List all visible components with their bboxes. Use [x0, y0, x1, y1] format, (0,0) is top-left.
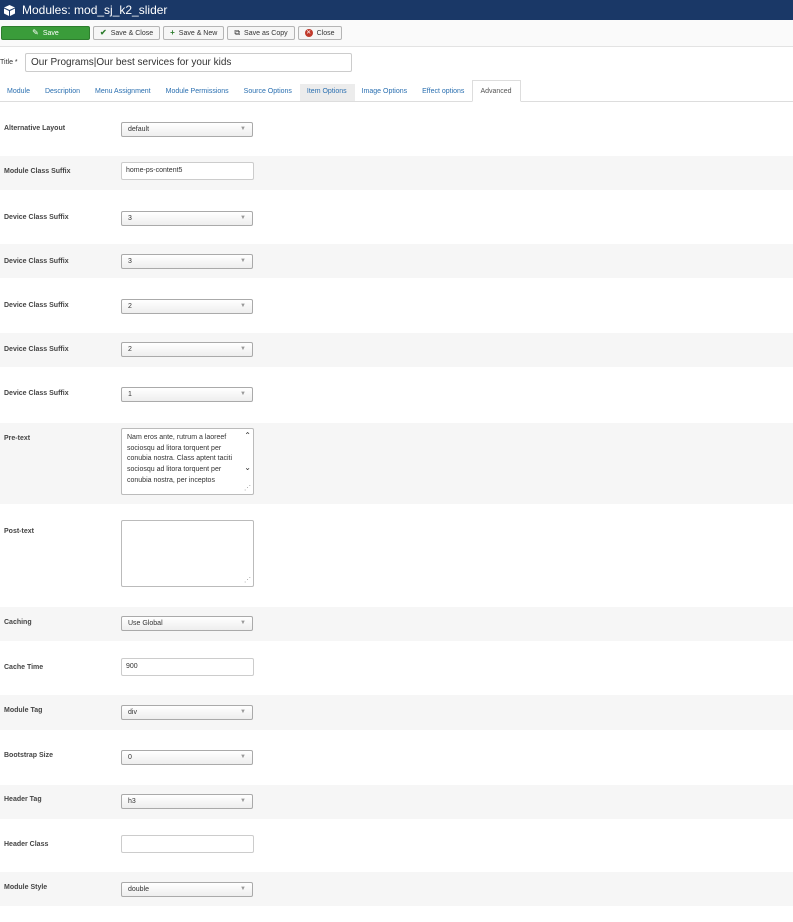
close-button[interactable]: ✕ Close [297, 26, 342, 40]
scroll-down-icon[interactable]: ⌄ [244, 464, 251, 472]
pre-text-textarea[interactable]: Nam eros ante, rutrum a laoreef sociosqu… [121, 428, 254, 495]
toolbar: ✎ Save ✔ Save & Close + Save & New ⧉ Sav… [0, 20, 793, 47]
row-pre-text: Pre-text Nam eros ante, rutrum a laoreef… [0, 423, 793, 504]
row-device-class-suffix-1: Device Class Suffix 3 ▼ [0, 190, 793, 244]
chevron-down-icon: ▼ [240, 620, 246, 626]
tab-description[interactable]: Description [38, 84, 88, 101]
field-label: Post-text [4, 528, 34, 535]
edit-icon: ✎ [32, 28, 39, 37]
title-bar: Modules: mod_sj_k2_slider [0, 0, 793, 20]
device-class-suffix-select[interactable]: 2 ▼ [121, 299, 253, 314]
tab-bar: Module Description Menu Assignment Modul… [0, 77, 793, 102]
chevron-down-icon: ▼ [240, 346, 246, 352]
row-bootstrap-size: Bootstrap Size 0 ▼ [0, 730, 793, 785]
field-label: Device Class Suffix [4, 258, 69, 265]
tab-image-options[interactable]: Image Options [355, 84, 416, 101]
tab-module-permissions[interactable]: Module Permissions [159, 84, 237, 101]
field-label: Bootstrap Size [4, 752, 54, 759]
row-module-class-suffix: Module Class Suffix home-ps-content5 [0, 156, 793, 190]
alternative-layout-select[interactable]: default ▼ [121, 122, 253, 137]
title-row: Title * Our Programs|Our best services f… [0, 47, 793, 77]
save-copy-button[interactable]: ⧉ Save as Copy [227, 26, 295, 40]
field-label: Header Class [4, 841, 49, 848]
row-module-style: Module Style double ▼ [0, 872, 793, 906]
close-icon: ✕ [304, 29, 313, 37]
tab-source-options[interactable]: Source Options [237, 84, 300, 101]
chevron-down-icon: ▼ [240, 215, 246, 221]
resize-grip-icon[interactable]: ⋰ [244, 485, 251, 492]
header-class-input[interactable] [121, 835, 254, 853]
chevron-down-icon: ▼ [240, 798, 246, 804]
resize-grip-icon[interactable]: ⋰ [244, 577, 251, 584]
tab-item-options[interactable]: Item Options [299, 84, 355, 101]
device-class-suffix-select[interactable]: 1 ▼ [121, 387, 253, 402]
device-class-suffix-select[interactable]: 2 ▼ [121, 342, 253, 357]
scroll-up-icon[interactable]: ⌃ [244, 432, 251, 440]
cache-time-input[interactable]: 900 [121, 658, 254, 676]
row-device-class-suffix-2: Device Class Suffix 3 ▼ [0, 244, 793, 278]
save-button[interactable]: ✎ Save [1, 26, 90, 40]
chevron-down-icon: ▼ [240, 258, 246, 264]
row-cache-time: Cache Time 900 [0, 641, 793, 695]
bootstrap-size-select[interactable]: 0 ▼ [121, 750, 253, 765]
chevron-down-icon: ▼ [240, 709, 246, 715]
row-header-tag: Header Tag h3 ▼ [0, 785, 793, 819]
row-header-class: Header Class [0, 819, 793, 872]
field-label: Device Class Suffix [4, 390, 69, 397]
cube-icon [3, 4, 16, 17]
row-device-class-suffix-3: Device Class Suffix 2 ▼ [0, 278, 793, 333]
row-alternative-layout: Alternative Layout default ▼ [0, 102, 793, 156]
chevron-down-icon: ▼ [240, 126, 246, 132]
row-module-tag: Module Tag div ▼ [0, 695, 793, 730]
plus-icon: + [170, 28, 175, 37]
check-icon: ✔ [100, 28, 107, 37]
save-close-button[interactable]: ✔ Save & Close [93, 26, 161, 40]
row-caching: Caching Use Global ▼ [0, 607, 793, 641]
field-label: Device Class Suffix [4, 302, 69, 309]
chevron-down-icon: ▼ [240, 391, 246, 397]
field-label: Module Class Suffix [4, 168, 71, 175]
row-device-class-suffix-4: Device Class Suffix 2 ▼ [0, 333, 793, 367]
field-label: Device Class Suffix [4, 214, 69, 221]
row-post-text: Post-text ⋰ [0, 504, 793, 607]
chevron-down-icon: ▼ [240, 754, 246, 760]
title-input[interactable]: Our Programs|Our best services for your … [25, 52, 352, 72]
field-label: Module Tag [4, 707, 43, 714]
title-label: Title * [0, 58, 18, 66]
field-label: Module Style [4, 884, 48, 891]
field-label: Caching [4, 619, 32, 626]
caching-select[interactable]: Use Global ▼ [121, 616, 253, 631]
field-label: Alternative Layout [4, 125, 66, 132]
field-label: Cache Time [4, 664, 44, 671]
copy-icon: ⧉ [234, 28, 241, 37]
field-label: Pre-text [4, 435, 31, 442]
header-tag-select[interactable]: h3 ▼ [121, 794, 253, 809]
post-text-textarea[interactable]: ⋰ [121, 520, 254, 587]
field-label: Header Tag [4, 796, 42, 803]
device-class-suffix-select[interactable]: 3 ▼ [121, 211, 253, 226]
tab-module[interactable]: Module [0, 84, 38, 101]
module-tag-select[interactable]: div ▼ [121, 705, 253, 720]
device-class-suffix-select[interactable]: 3 ▼ [121, 254, 253, 269]
field-label: Device Class Suffix [4, 346, 69, 353]
module-style-select[interactable]: double ▼ [121, 882, 253, 897]
chevron-down-icon: ▼ [240, 886, 246, 892]
tab-advanced[interactable]: Advanced [472, 80, 521, 102]
tab-menu-assignment[interactable]: Menu Assignment [88, 84, 159, 101]
page-title: Modules: mod_sj_k2_slider [22, 3, 168, 17]
save-new-button[interactable]: + Save & New [163, 26, 225, 40]
module-class-suffix-input[interactable]: home-ps-content5 [121, 162, 254, 180]
tab-effect-options[interactable]: Effect options [415, 84, 472, 101]
row-device-class-suffix-5: Device Class Suffix 1 ▼ [0, 367, 793, 423]
advanced-form: Alternative Layout default ▼ Module Clas… [0, 102, 793, 906]
chevron-down-icon: ▼ [240, 303, 246, 309]
